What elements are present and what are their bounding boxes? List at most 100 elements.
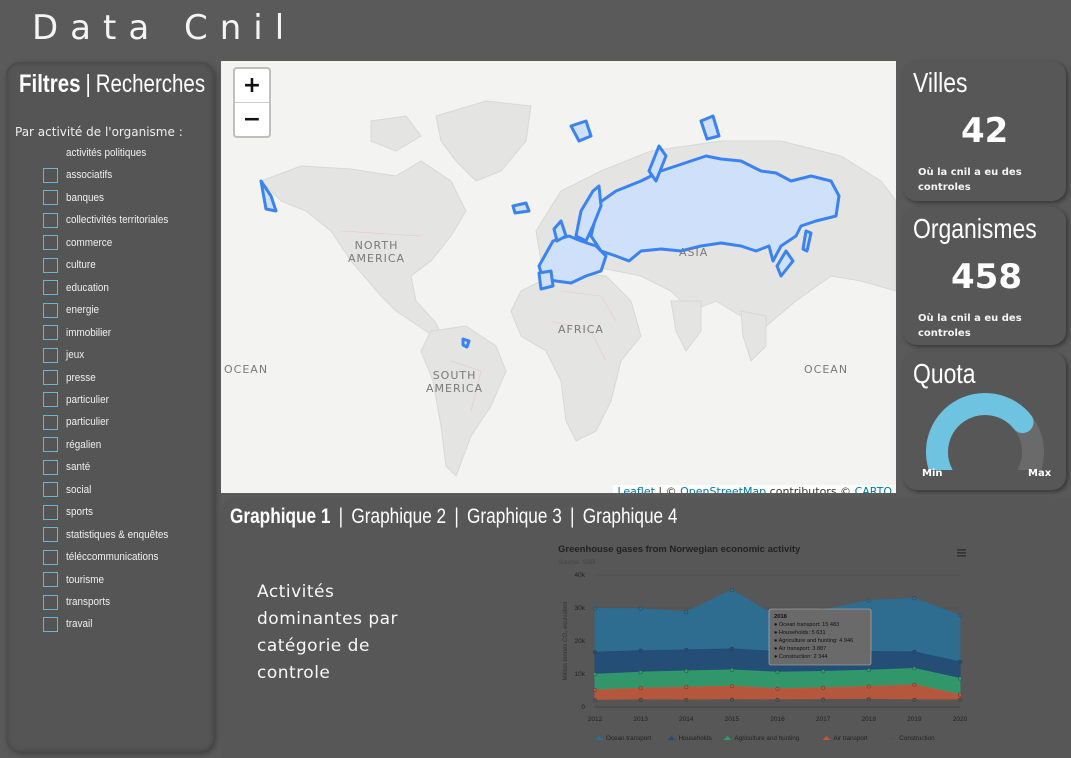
filter-checkbox[interactable]	[43, 572, 58, 588]
filter-checkbox[interactable]	[43, 257, 58, 273]
tab-graphique-1[interactable]: Graphique 1	[230, 505, 330, 528]
leaflet-link[interactable]: Leaflet	[617, 485, 654, 493]
filter-item[interactable]: commerce	[43, 234, 117, 252]
data-point[interactable]	[729, 667, 734, 672]
tab-filtres[interactable]: Filtres	[19, 70, 81, 98]
filter-item[interactable]: culture	[43, 256, 99, 274]
data-point[interactable]	[593, 650, 598, 655]
data-point[interactable]	[958, 613, 963, 618]
world-map[interactable]: NORTH AMERICA SOUTH AMERICA AFRICA ASIA …	[221, 61, 896, 493]
filter-item[interactable]: associatifs	[43, 166, 117, 184]
data-point[interactable]	[729, 646, 734, 651]
data-point[interactable]	[912, 666, 917, 671]
filter-item[interactable]: immobilier	[43, 324, 116, 342]
data-point[interactable]	[912, 596, 917, 601]
osm-link[interactable]: OpenStreetMap	[680, 485, 766, 493]
filter-label: particulier	[66, 393, 109, 406]
filter-checkbox[interactable]	[43, 527, 58, 543]
filter-checkbox[interactable]	[43, 504, 58, 520]
data-point[interactable]	[729, 684, 734, 689]
data-point[interactable]	[684, 697, 689, 702]
data-point[interactable]	[866, 684, 871, 689]
filter-item[interactable]: education	[43, 279, 114, 297]
filter-item[interactable]: santé	[43, 458, 93, 476]
filter-checkbox[interactable]	[43, 594, 58, 610]
filter-checkbox[interactable]	[43, 549, 58, 565]
filter-item[interactable]: collectivités territoriales	[43, 211, 180, 229]
filter-checkbox[interactable]	[43, 347, 58, 363]
filter-item[interactable]: travail	[43, 615, 95, 633]
filter-item[interactable]: statistiques & enquêtes	[43, 526, 180, 544]
tab-recherches[interactable]: Recherches	[96, 70, 205, 98]
data-point[interactable]	[684, 647, 689, 652]
data-point[interactable]	[775, 697, 780, 702]
filter-item[interactable]: social	[43, 481, 94, 499]
data-point[interactable]	[821, 697, 826, 702]
land-south-america	[420, 325, 507, 477]
filter-checkbox[interactable]	[43, 414, 58, 430]
filter-checkbox[interactable]	[43, 437, 58, 453]
tab-graphique-2[interactable]: Graphique 2	[351, 505, 446, 528]
filter-checkbox[interactable]	[43, 392, 58, 408]
filter-checkbox[interactable]	[43, 482, 58, 498]
data-point[interactable]	[593, 687, 598, 692]
filter-item[interactable]: particulier	[43, 391, 114, 409]
data-point[interactable]	[638, 648, 643, 653]
filter-checkbox[interactable]	[43, 459, 58, 475]
data-point[interactable]	[775, 686, 780, 691]
filter-item[interactable]: tourisme	[43, 571, 108, 589]
data-point[interactable]	[958, 692, 963, 697]
filter-item[interactable]: particulier	[43, 413, 114, 431]
data-point[interactable]	[866, 697, 871, 702]
filter-item[interactable]: banques	[43, 189, 108, 207]
data-point[interactable]	[958, 659, 963, 664]
filter-item[interactable]: presse	[43, 369, 99, 387]
data-point[interactable]	[912, 649, 917, 654]
filter-checkbox[interactable]	[43, 212, 58, 228]
filter-checkbox[interactable]	[43, 325, 58, 341]
tab-graphique-3[interactable]: Graphique 3	[467, 505, 562, 528]
filter-checkbox[interactable]	[43, 616, 58, 632]
filter-item[interactable]: sports	[43, 503, 96, 521]
filter-item[interactable]: transports	[43, 593, 115, 611]
data-point[interactable]	[729, 697, 734, 702]
filter-item[interactable]: régalien	[43, 436, 105, 454]
data-point[interactable]	[821, 669, 826, 674]
carto-link[interactable]: CARTO	[855, 485, 892, 493]
filter-item[interactable]: energie	[43, 301, 103, 319]
data-point[interactable]	[821, 685, 826, 690]
data-point[interactable]	[729, 588, 734, 593]
data-point[interactable]	[912, 697, 917, 702]
tab-graphique-4[interactable]: Graphique 4	[583, 505, 678, 528]
data-point[interactable]	[593, 672, 598, 677]
data-point[interactable]	[638, 686, 643, 691]
filter-item[interactable]: téléccommunications	[43, 548, 169, 566]
data-point[interactable]	[866, 668, 871, 673]
data-point[interactable]	[638, 670, 643, 675]
zoom-in-button[interactable]: +	[235, 69, 269, 103]
data-point[interactable]	[638, 606, 643, 611]
x-tick-label: 2017	[816, 716, 831, 723]
filter-checkbox[interactable]	[43, 190, 58, 206]
data-point[interactable]	[684, 685, 689, 690]
filter-checkbox[interactable]	[43, 167, 58, 183]
data-point[interactable]	[593, 606, 598, 611]
data-point[interactable]	[593, 698, 598, 703]
filter-checkbox[interactable]	[43, 280, 58, 296]
land-greenland	[435, 100, 532, 182]
filter-checkbox[interactable]	[43, 370, 58, 385]
chart-menu-icon[interactable]	[957, 549, 966, 557]
data-point[interactable]	[638, 697, 643, 702]
data-point[interactable]	[866, 598, 871, 603]
data-point[interactable]	[958, 697, 963, 702]
filter-checkbox[interactable]	[43, 302, 58, 318]
filter-item[interactable]: activités politiques	[43, 144, 155, 162]
data-point[interactable]	[775, 670, 780, 675]
data-point[interactable]	[684, 609, 689, 614]
data-point[interactable]	[958, 676, 963, 681]
data-point[interactable]	[912, 682, 917, 687]
zoom-out-button[interactable]: −	[235, 103, 269, 136]
filter-item[interactable]: jeux	[43, 346, 86, 364]
data-point[interactable]	[684, 668, 689, 673]
filter-checkbox[interactable]	[43, 235, 58, 251]
